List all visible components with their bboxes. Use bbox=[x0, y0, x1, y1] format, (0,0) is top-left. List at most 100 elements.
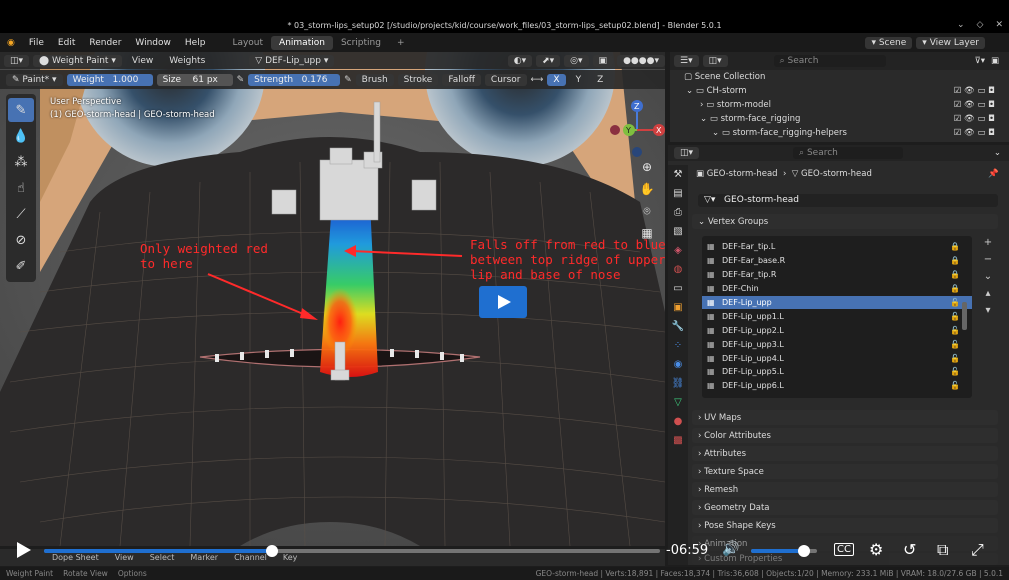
gradient-tool-icon[interactable]: ⟋ bbox=[8, 202, 34, 226]
texture-tab-icon[interactable]: ▩ bbox=[668, 431, 688, 450]
vertex-group-selector[interactable]: ▽ DEF-Lip_upp ▾ bbox=[249, 54, 335, 67]
mirror-y-toggle[interactable]: Y bbox=[570, 74, 588, 86]
brush-selector[interactable]: ✎ Paint* ▾ bbox=[6, 73, 63, 86]
visibility-toggles[interactable]: ☑ 👁 ▭ ◘ bbox=[954, 100, 995, 110]
settings-gear-icon[interactable]: ⚙ bbox=[869, 540, 883, 559]
outliner-row[interactable]: ⌄ ▭ storm-face_rigging-helpers ☑ 👁 ▭ ◘ bbox=[670, 126, 1009, 140]
properties-editor-type[interactable]: ◫▾ bbox=[674, 147, 700, 159]
menu-render[interactable]: Render bbox=[82, 38, 128, 48]
stroke-menu[interactable]: Stroke bbox=[397, 73, 439, 86]
uv-maps-panel[interactable]: › UV Maps bbox=[692, 410, 998, 425]
pose-shape-keys-panel[interactable]: › Pose Shape Keys bbox=[692, 518, 998, 533]
visibility-toggles[interactable]: ☑ 👁 ▭ ◘ bbox=[954, 86, 995, 96]
symmetry-icon[interactable]: ⟷ bbox=[531, 75, 544, 85]
world-tab-icon[interactable]: ◍ bbox=[668, 260, 688, 279]
play-icon[interactable] bbox=[17, 542, 31, 558]
collection-tab-icon[interactable]: ▭ bbox=[668, 279, 688, 298]
move-down-icon[interactable]: ▾ bbox=[985, 305, 990, 316]
volume-icon[interactable]: 🔊 bbox=[722, 541, 739, 557]
captions-icon[interactable]: CC bbox=[834, 543, 854, 556]
material-tab-icon[interactable]: ● bbox=[668, 412, 688, 431]
tab-layout[interactable]: Layout bbox=[224, 36, 271, 50]
blender-logo-icon[interactable]: ◉ bbox=[0, 38, 22, 48]
volume-knob[interactable] bbox=[797, 545, 810, 557]
sample-weight-icon[interactable]: ⊘ bbox=[8, 228, 34, 252]
visibility-icon[interactable]: ◐▾ bbox=[507, 54, 533, 67]
unlock-icon[interactable]: 🔓 bbox=[950, 381, 960, 390]
list-item[interactable]: ▦ DEF-Lip_upp4.L 🔓 bbox=[702, 351, 972, 365]
navigation-gizmo[interactable]: Z X Y bbox=[607, 96, 665, 157]
pressure-icon[interactable]: ✎ bbox=[237, 75, 245, 85]
list-item[interactable]: ▦ DEF-Lip_upp1.L 🔓 bbox=[702, 309, 972, 323]
menu-file[interactable]: File bbox=[22, 38, 51, 48]
strength-field[interactable]: Strength 0.176 bbox=[248, 73, 341, 86]
view-layer-selector[interactable]: ▾ View Layer bbox=[916, 36, 985, 49]
lock-icon[interactable]: 🔒 bbox=[950, 284, 960, 293]
mode-selector[interactable]: ⬤ Weight Paint ▾ bbox=[33, 54, 122, 67]
modifiers-tab-icon[interactable]: 🔧 bbox=[668, 317, 688, 336]
chevron-down-icon[interactable]: ⌄ bbox=[957, 20, 965, 30]
falloff-menu[interactable]: Falloff bbox=[442, 73, 481, 86]
chevron-down-icon[interactable]: ⌄ bbox=[994, 148, 1001, 158]
mirror-x-toggle[interactable]: X bbox=[547, 73, 566, 86]
specials-menu-icon[interactable]: ⌄ bbox=[984, 271, 992, 282]
mesh-data-tab-icon[interactable]: ▽ bbox=[668, 393, 688, 412]
smear-brush-icon[interactable]: ☝ bbox=[8, 176, 34, 200]
output-tab-icon[interactable]: ⎙ bbox=[668, 203, 688, 222]
weight-field[interactable]: Weight 1.000 bbox=[66, 73, 153, 86]
volume-track[interactable] bbox=[751, 545, 817, 557]
scene-selector[interactable]: ▾ Scene bbox=[865, 36, 913, 49]
unlock-icon[interactable]: 🔓 bbox=[950, 340, 960, 349]
outliner-row[interactable]: › ▭ storm-model ☑ 👁 ▭ ◘ bbox=[670, 98, 1009, 112]
list-item[interactable]: ▦ DEF-Lip_upp3.L 🔓 bbox=[702, 337, 972, 351]
average-brush-icon[interactable]: ⁂ bbox=[8, 150, 34, 174]
3d-viewport[interactable]: ◫▾ ⬤ Weight Paint ▾ View Weights ▽ DEF-L… bbox=[0, 52, 665, 546]
list-item-selected[interactable]: ▦ DEF-Lip_upp 🔓 bbox=[702, 295, 972, 310]
unlock-icon[interactable]: 🔓 bbox=[950, 326, 960, 335]
cursor-menu[interactable]: Cursor bbox=[484, 73, 527, 86]
lock-icon[interactable]: 🔒 bbox=[950, 270, 960, 279]
tool-tab-icon[interactable]: ⚒ bbox=[668, 165, 688, 184]
overlay-toggle-icon[interactable]: ◎▾ bbox=[564, 54, 589, 67]
filter-icon[interactable]: ⊽▾ bbox=[974, 56, 985, 66]
pin-icon[interactable]: 📌 bbox=[988, 169, 999, 179]
zoom-icon[interactable]: ⊕ bbox=[639, 160, 655, 176]
list-item[interactable]: ▦ DEF-Ear_base.R 🔒 bbox=[702, 254, 972, 268]
tab-animation[interactable]: Animation bbox=[271, 35, 333, 50]
size-field[interactable]: Size 61 px bbox=[156, 73, 233, 86]
lock-icon[interactable]: 🔒 bbox=[950, 256, 960, 265]
color-attributes-panel[interactable]: › Color Attributes bbox=[692, 428, 998, 443]
outliner-row[interactable]: ▢ Scene Collection bbox=[670, 70, 1009, 84]
list-item[interactable]: ▦ DEF-Chin 🔒 bbox=[702, 282, 972, 296]
unlock-icon[interactable]: 🔓 bbox=[950, 298, 960, 307]
new-collection-icon[interactable]: ▣ bbox=[991, 56, 999, 66]
list-scrollbar[interactable] bbox=[962, 302, 967, 330]
vertex-groups-panel-header[interactable]: ⌄ Vertex Groups bbox=[692, 214, 998, 229]
pan-hand-icon[interactable]: ✋ bbox=[639, 182, 655, 198]
scene-tab-icon[interactable]: ◈ bbox=[668, 241, 688, 260]
texture-space-panel[interactable]: › Texture Space bbox=[692, 464, 998, 479]
add-group-button[interactable]: + bbox=[984, 237, 992, 248]
xray-toggle-icon[interactable]: ▣ bbox=[592, 54, 614, 67]
strength-pressure-icon[interactable]: ✎ bbox=[344, 75, 352, 85]
view-menu[interactable]: View bbox=[126, 55, 159, 67]
display-mode-button[interactable]: ◫▾ bbox=[702, 55, 728, 67]
replay-icon[interactable]: ↺ bbox=[903, 540, 916, 559]
outliner-row[interactable]: ⌄ ▭ storm-face_rigging ☑ 👁 ▭ ◘ bbox=[670, 112, 1009, 126]
unlock-icon[interactable]: 🔓 bbox=[950, 354, 960, 363]
list-item[interactable]: ▦ DEF-Ear_tip.R 🔒 bbox=[702, 268, 972, 282]
properties-search-input[interactable]: ⌕ Search bbox=[793, 147, 904, 159]
brush-menu[interactable]: Brush bbox=[355, 73, 394, 86]
list-item[interactable]: ▦ DEF-Ear_tip.L 🔒 bbox=[702, 240, 972, 254]
fullscreen-icon[interactable]: ⤢ bbox=[971, 540, 984, 560]
ortho-grid-icon[interactable]: ▦ bbox=[639, 226, 655, 242]
outliner-editor-type[interactable]: ☰▾ bbox=[674, 55, 699, 67]
blur-brush-icon[interactable]: 💧 bbox=[8, 124, 34, 148]
attributes-panel[interactable]: › Attributes bbox=[692, 446, 998, 461]
list-item[interactable]: ▦ DEF-Lip_upp5.L 🔓 bbox=[702, 365, 972, 379]
camera-view-icon[interactable]: ⌾ bbox=[639, 204, 655, 220]
visibility-toggles[interactable]: ☑ 👁 ▭ ◘ bbox=[954, 128, 995, 138]
draw-brush-icon[interactable]: ✎ bbox=[8, 98, 34, 122]
list-item[interactable]: ▦ DEF-Lip_upp6.L 🔓 bbox=[702, 379, 972, 393]
remove-group-button[interactable]: − bbox=[984, 254, 992, 265]
